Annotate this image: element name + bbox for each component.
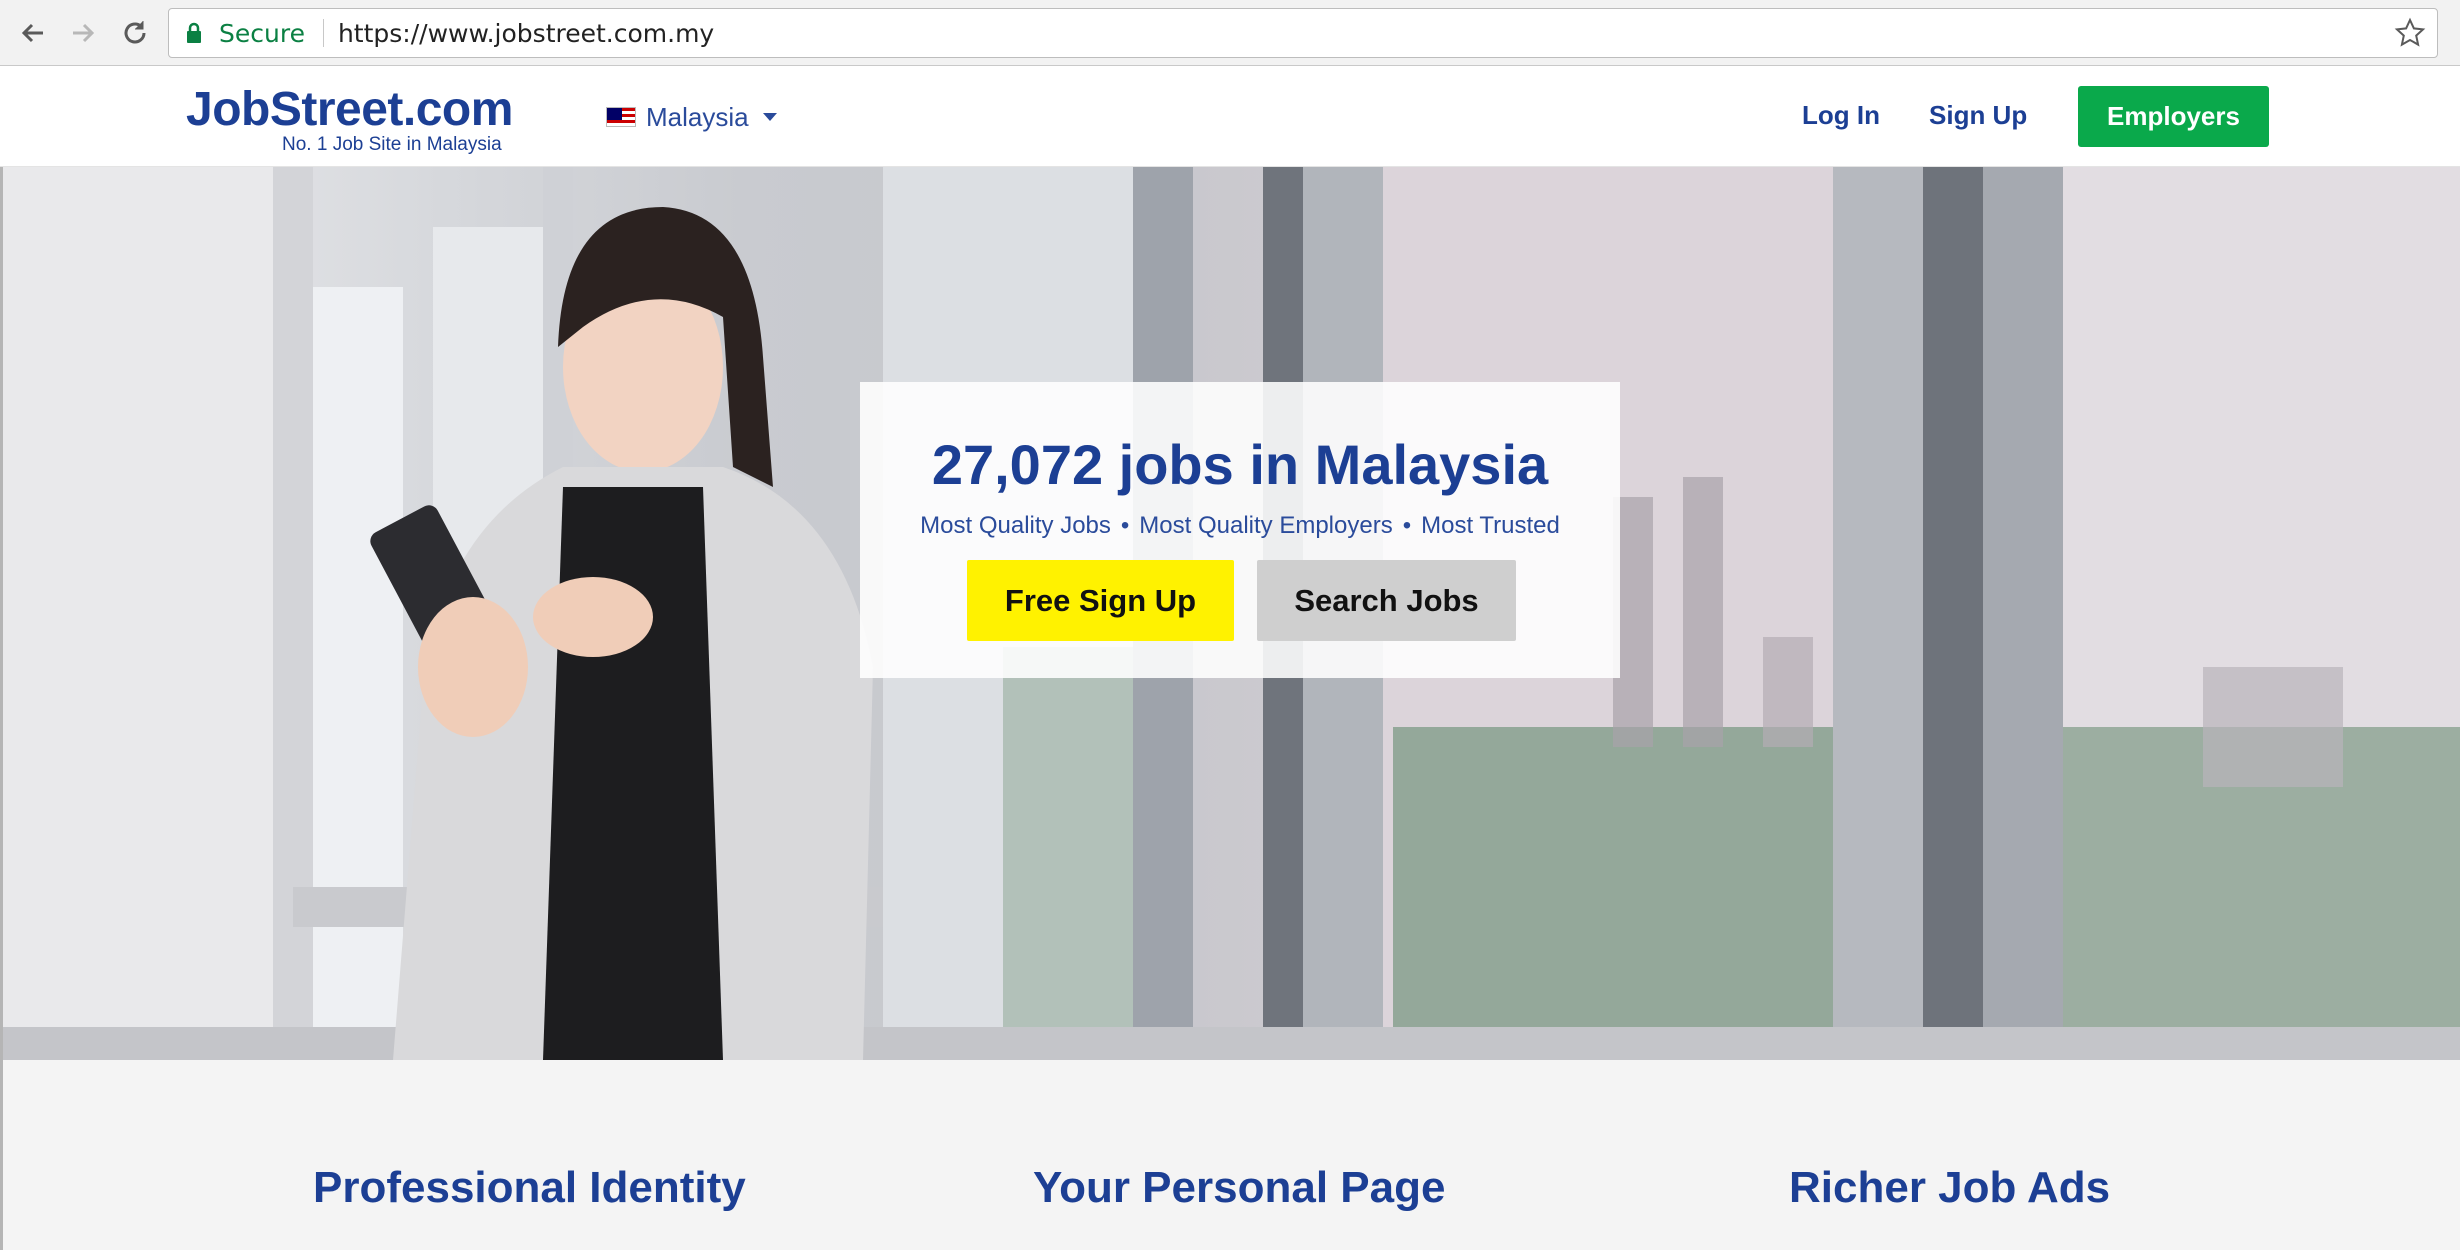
search-jobs-button[interactable]: Search Jobs: [1257, 560, 1516, 641]
free-signup-button[interactable]: Free Sign Up: [967, 560, 1234, 641]
country-selector[interactable]: Malaysia: [606, 100, 777, 134]
tagline-separator: •: [1402, 512, 1412, 539]
caret-down-icon: [762, 113, 777, 121]
site-header: JobStreet.com No. 1 Job Site in Malaysia…: [0, 66, 2460, 167]
reload-button[interactable]: [114, 12, 156, 54]
tagline-quality-employers: Most Quality Employers: [1139, 512, 1393, 539]
feature-professional-identity: Professional Identity: [313, 1163, 746, 1212]
url-text[interactable]: https://www.jobstreet.com.my: [338, 19, 714, 48]
jobstreet-logo[interactable]: JobStreet.com No. 1 Job Site in Malaysia: [186, 82, 566, 155]
employers-button[interactable]: Employers: [2078, 86, 2269, 147]
back-button[interactable]: [12, 12, 54, 54]
back-arrow-icon: [21, 23, 43, 43]
forward-arrow-icon: [73, 23, 95, 43]
tagline-separator: •: [1120, 512, 1130, 539]
address-bar[interactable]: Secure https://www.jobstreet.com.my: [168, 8, 2438, 58]
country-label: Malaysia: [646, 101, 749, 132]
browser-toolbar: Secure https://www.jobstreet.com.my: [0, 0, 2460, 66]
malaysia-flag-icon: [606, 107, 636, 127]
star-icon[interactable]: [2393, 16, 2427, 50]
hero-taglines: Most Quality Jobs • Most Quality Employers…: [860, 512, 1620, 540]
login-link[interactable]: Log In: [1802, 100, 1880, 131]
feature-personal-page: Your Personal Page: [1033, 1163, 1446, 1212]
logo-tagline: No. 1 Job Site in Malaysia: [282, 134, 502, 155]
lock-icon: [185, 21, 205, 45]
secure-label: Secure: [219, 18, 305, 48]
features-section: Professional Identity Your Personal Page…: [3, 1060, 2460, 1250]
tagline-most-trusted: Most Trusted: [1421, 512, 1560, 539]
hero-banner: 27,072 jobs in Malaysia Most Quality Job…: [3, 167, 2460, 1060]
reload-icon: [124, 21, 146, 44]
feature-richer-job-ads: Richer Job Ads: [1789, 1163, 2111, 1212]
address-separator: [322, 19, 324, 47]
signup-link[interactable]: Sign Up: [1929, 100, 2027, 131]
tagline-quality-jobs: Most Quality Jobs: [920, 512, 1111, 539]
logo-text: JobStreet.com: [186, 83, 513, 136]
hero-card: 27,072 jobs in Malaysia Most Quality Job…: [860, 382, 1620, 678]
forward-button[interactable]: [62, 12, 104, 54]
jobs-count-heading: 27,072 jobs in Malaysia: [931, 433, 1549, 496]
